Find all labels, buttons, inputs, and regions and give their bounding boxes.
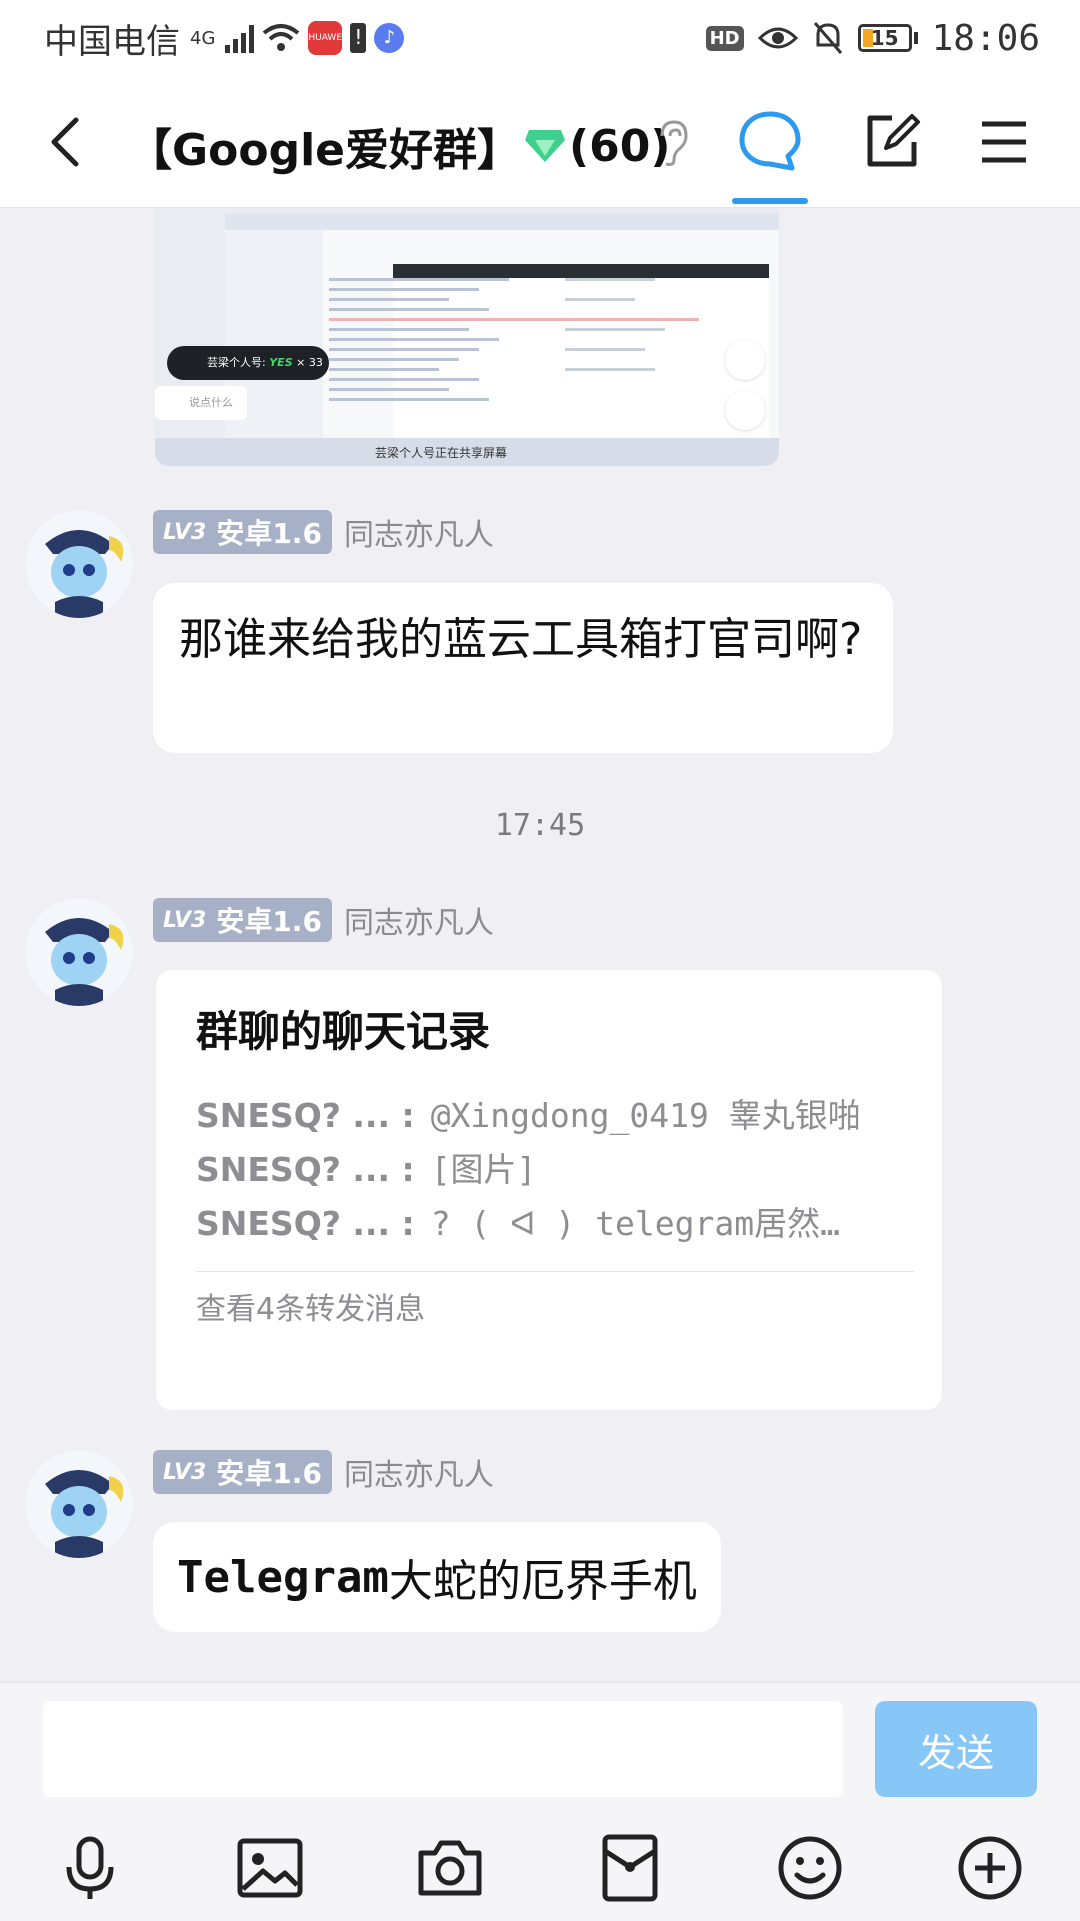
forwarded-chat-card[interactable]: 群聊的聊天记录 SNESQ? ... : @Xingdong_0419 睾丸银啪 …: [156, 970, 942, 1410]
chat-bubble-icon[interactable]: [736, 108, 804, 176]
microphone-icon[interactable]: [55, 1833, 125, 1903]
card-title: 群聊的聊天记录: [196, 1007, 491, 1056]
shared-window: [225, 214, 779, 466]
wifi-icon: [263, 24, 300, 51]
back-arrow-icon[interactable]: [38, 112, 98, 172]
avatar[interactable]: [25, 510, 133, 618]
carrier-label: 中国电信: [44, 21, 180, 62]
mute-bell-icon: [813, 22, 842, 54]
emoji-icon[interactable]: [775, 1833, 845, 1903]
chat-header: 【Google爱好群】 (60): [0, 76, 1080, 208]
level-badge: LV3 安卓1.6: [153, 1450, 332, 1494]
hd-voice-icon: HD: [705, 25, 744, 51]
send-button[interactable]: 发送: [875, 1701, 1037, 1797]
status-bar: 中国电信 4G HUAWEI ♪ HD 15 18:06: [0, 0, 1080, 76]
plus-icon[interactable]: [955, 1833, 1025, 1903]
message-list[interactable]: 芸梁个人号: YES × 33 说点什么 芸梁个人号正在共享屏幕 LV3 安卓1.…: [0, 208, 1080, 1682]
message-input[interactable]: [43, 1701, 843, 1797]
share-status-pill: 芸梁个人号: YES × 33: [167, 346, 329, 380]
active-tab-indicator: [732, 198, 808, 204]
say-something-box: 说点什么: [155, 386, 247, 420]
card-line: SNESQ? ... :? ( ᐊ ) telegram居然…: [196, 1204, 840, 1243]
timestamp: 17:45: [494, 808, 586, 843]
group-name: 【Google爱好群】: [128, 125, 521, 176]
avatar[interactable]: [25, 898, 133, 1006]
huawei-app-icon: HUAWEI: [308, 21, 345, 55]
music-icon: ♪: [374, 23, 405, 53]
level-badge: LV3 安卓1.6: [153, 510, 332, 554]
edit-icon[interactable]: [862, 112, 922, 172]
sender-meta: LV3 安卓1.6 同志亦凡人: [153, 1450, 494, 1494]
battery-icon: 15: [857, 24, 918, 52]
message-bubble[interactable]: 那谁来给我的蓝云工具箱打官司啊?: [153, 583, 893, 753]
red-packet-icon[interactable]: [595, 1833, 665, 1903]
group-title[interactable]: 【Google爱好群】 (60): [128, 114, 670, 178]
sender-meta: LV3 安卓1.6 同志亦凡人: [153, 510, 494, 554]
sender-meta: LV3 安卓1.6 同志亦凡人: [153, 898, 494, 942]
image-icon[interactable]: [235, 1833, 305, 1903]
diamond-icon: [525, 130, 565, 162]
card-line: SNESQ? ... : [图片]: [196, 1150, 537, 1189]
sender-name[interactable]: 同志亦凡人: [344, 898, 494, 942]
level-badge: LV3 安卓1.6: [153, 898, 332, 942]
sim-alert-icon: [350, 23, 367, 53]
signal-icon: [225, 23, 255, 53]
view-forwarded-link[interactable]: 查看4条转发消息: [196, 1284, 914, 1328]
sender-name[interactable]: 同志亦凡人: [344, 1450, 494, 1494]
message-bubble[interactable]: Telegram 大蛇的厄界手机: [153, 1522, 721, 1632]
network-type: 4G: [190, 27, 216, 49]
mic-icon: [725, 390, 765, 430]
avatar[interactable]: [25, 1450, 133, 1558]
ear-icon[interactable]: [652, 118, 692, 168]
battery-level: 15: [870, 26, 899, 50]
camera-icon[interactable]: [415, 1833, 485, 1903]
eye-icon: [757, 27, 798, 49]
shared-screen-image[interactable]: 芸梁个人号: YES × 33 说点什么 芸梁个人号正在共享屏幕: [155, 208, 779, 466]
screen-rotate-icon: [725, 340, 765, 380]
share-caption: 芸梁个人号正在共享屏幕: [375, 446, 508, 460]
card-divider: [196, 1271, 914, 1272]
composer-bar: 发送: [0, 1682, 1080, 1921]
menu-icon[interactable]: [978, 116, 1030, 168]
status-clock: 18:06: [931, 17, 1040, 59]
card-line: SNESQ? ... : @Xingdong_0419 睾丸银啪: [196, 1096, 861, 1135]
sender-name[interactable]: 同志亦凡人: [344, 510, 494, 554]
